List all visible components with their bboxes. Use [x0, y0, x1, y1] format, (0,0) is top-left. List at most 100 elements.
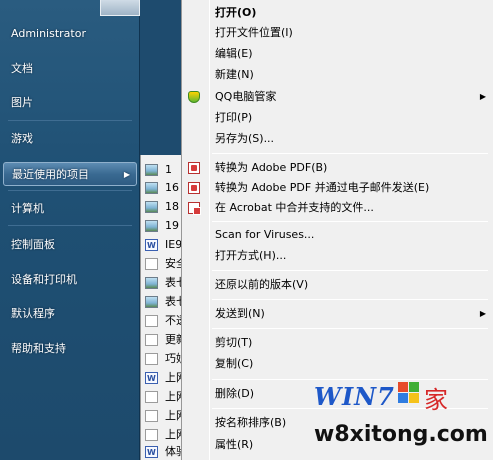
start-item-label: 帮助和支持 [11, 342, 66, 355]
start-item-games[interactable]: 游戏 [0, 127, 140, 151]
list-item[interactable]: 更新 [141, 331, 183, 349]
menu-item-label: 转换为 Adobe PDF(B) [215, 161, 328, 174]
list-item[interactable]: 表七 [141, 293, 183, 311]
menu-separator [212, 221, 488, 222]
start-item-label: 图片 [11, 96, 33, 109]
menu-item-label: 打开(O) [215, 6, 257, 19]
menu-item-edit[interactable]: 编辑(E) [182, 44, 493, 64]
list-item-label: 1 [165, 163, 172, 176]
menu-item-label: 打印(P) [215, 111, 253, 124]
file-icon [145, 334, 158, 346]
menu-item-label: 在 Acrobat 中合并支持的文件... [215, 201, 374, 214]
menu-item-label: 复制(C) [215, 357, 254, 370]
start-item-label: 文档 [11, 62, 33, 75]
watermark: WIN7 家 w8xitong.com [302, 378, 492, 458]
menu-item-save-as[interactable]: 另存为(S)... [182, 129, 493, 149]
image-file-icon [145, 201, 158, 213]
list-item-label: 16 [165, 181, 179, 194]
menu-item-label: 编辑(E) [215, 47, 253, 60]
file-icon [145, 258, 158, 270]
start-item-devices-printers[interactable]: 设备和打印机 [0, 268, 140, 292]
start-menu-separator [8, 120, 132, 121]
list-item-label: 18 [165, 200, 179, 213]
list-item[interactable]: 上网 [141, 426, 183, 444]
start-item-administrator[interactable]: Administrator [0, 22, 140, 46]
list-item[interactable]: 巧妙 [141, 350, 183, 368]
start-item-control-panel[interactable]: 控制面板 [0, 233, 140, 257]
list-item[interactable]: 16 [141, 179, 183, 197]
menu-item-label: 打开文件位置(I) [215, 26, 293, 39]
start-item-label: 控制面板 [11, 238, 55, 251]
list-item[interactable]: 体验 [141, 443, 183, 460]
menu-item-open-file-location[interactable]: 打开文件位置(I) [182, 23, 493, 43]
menu-item-print[interactable]: 打印(P) [182, 108, 493, 128]
image-file-icon [145, 296, 158, 308]
image-file-icon [145, 220, 158, 232]
menu-item-label: 还原以前的版本(V) [215, 278, 309, 291]
start-item-default-programs[interactable]: 默认程序 [0, 302, 140, 326]
menu-separator [212, 270, 488, 271]
menu-separator [212, 328, 488, 329]
qq-shield-icon [188, 91, 200, 103]
list-item-label: IE9 [165, 238, 183, 251]
start-item-label: Administrator [11, 27, 86, 40]
list-item[interactable]: 不透 [141, 312, 183, 330]
menu-item-label: 另存为(S)... [215, 132, 275, 145]
menu-separator [212, 299, 488, 300]
menu-item-open[interactable]: 打开(O) [182, 3, 493, 23]
menu-item-label: QQ电脑管家 [215, 90, 277, 103]
image-file-icon [145, 164, 158, 176]
word-document-icon [145, 237, 158, 254]
start-item-documents[interactable]: 文档 [0, 57, 140, 81]
menu-item-scan-viruses[interactable]: Scan for Viruses... [182, 225, 493, 245]
file-icon [145, 353, 158, 365]
list-item-label: 19 [165, 219, 179, 232]
user-picture-frame[interactable] [100, 0, 140, 16]
chevron-right-icon: ▶ [123, 170, 130, 179]
menu-item-copy[interactable]: 复制(C) [182, 354, 493, 374]
image-file-icon [145, 182, 158, 194]
start-item-label: 默认程序 [11, 307, 55, 320]
file-icon [145, 315, 158, 327]
menu-item-label: 新建(N) [215, 68, 254, 81]
menu-item-cut[interactable]: 剪切(T) [182, 333, 493, 353]
menu-item-acrobat-combine[interactable]: 在 Acrobat 中合并支持的文件... [182, 198, 493, 218]
menu-item-new[interactable]: 新建(N) [182, 65, 493, 85]
list-item[interactable]: 1 [141, 161, 183, 179]
menu-item-open-with[interactable]: 打开方式(H)... [182, 246, 493, 266]
menu-separator [212, 153, 488, 154]
list-item[interactable]: 上网 [141, 407, 183, 425]
start-item-label: 游戏 [11, 132, 33, 145]
file-icon [145, 410, 158, 422]
start-item-recent-items[interactable]: 最近使用的项目 ▶ [3, 162, 137, 186]
start-menu-right-pane: Administrator 文档 图片 游戏 最近使用的项目 ▶ 计算机 控制面… [0, 0, 140, 460]
start-item-label: 最近使用的项目 [12, 168, 89, 181]
menu-item-label: 打开方式(H)... [215, 249, 287, 262]
list-item[interactable]: 安全 [141, 255, 183, 273]
pdf-icon [188, 162, 200, 174]
menu-item-send-to[interactable]: 发送到(N) ▶ [182, 304, 493, 324]
list-item[interactable]: IE9 [141, 236, 183, 254]
menu-item-restore-previous[interactable]: 还原以前的版本(V) [182, 275, 493, 295]
list-item[interactable]: 上网 [141, 369, 183, 387]
list-item[interactable]: 表七 [141, 274, 183, 292]
start-item-pictures[interactable]: 图片 [0, 91, 140, 115]
menu-item-convert-pdf[interactable]: 转换为 Adobe PDF(B) [182, 158, 493, 178]
text-file-icon [145, 391, 158, 403]
start-item-computer[interactable]: 计算机 [0, 197, 140, 221]
menu-item-label: Scan for Viruses... [215, 228, 315, 241]
list-item[interactable]: 上网 [141, 388, 183, 406]
chevron-right-icon: ▶ [479, 92, 486, 101]
menu-item-qq-pc-manager[interactable]: QQ电脑管家 ▶ [182, 87, 493, 107]
list-item[interactable]: 19 [141, 217, 183, 235]
chevron-right-icon: ▶ [479, 309, 486, 318]
menu-item-label: 属性(R) [215, 438, 254, 451]
pdf-icon [188, 182, 200, 194]
start-item-help-support[interactable]: 帮助和支持 [0, 337, 140, 361]
start-menu-separator [8, 190, 132, 191]
menu-item-convert-pdf-email[interactable]: 转换为 Adobe PDF 并通过电子邮件发送(E) [182, 178, 493, 198]
list-item[interactable]: 18 [141, 198, 183, 216]
start-item-label: 设备和打印机 [11, 273, 77, 286]
word-document-icon [145, 444, 158, 460]
windows-flag-icon [398, 382, 420, 404]
